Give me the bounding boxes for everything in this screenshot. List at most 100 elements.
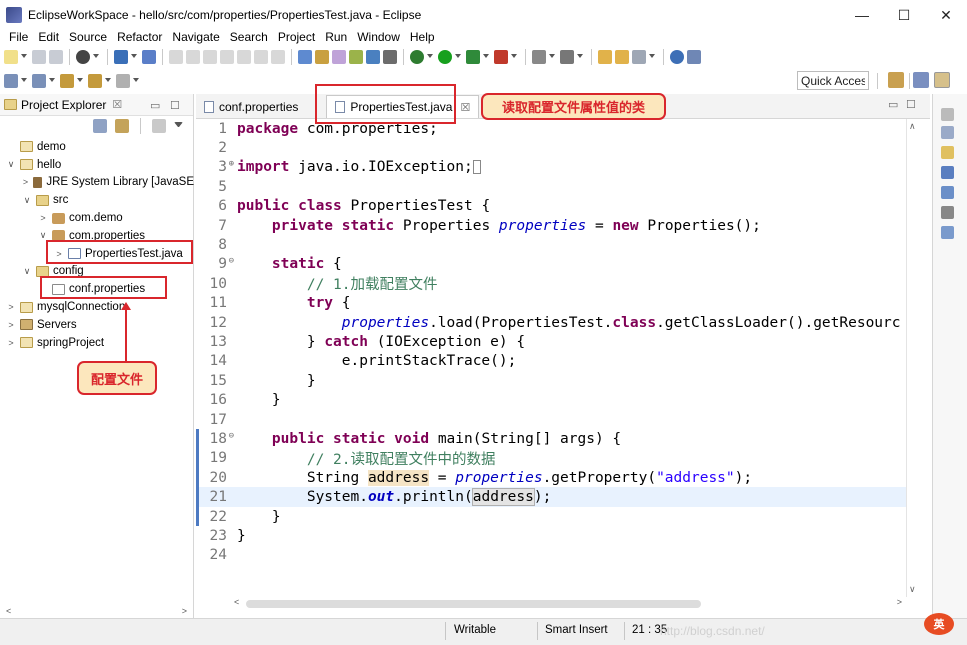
scroll-up-icon[interactable]: ∧ xyxy=(909,121,916,132)
explorer-horizontal-scrollbar[interactable]: < > xyxy=(0,604,193,618)
input-method-badge[interactable]: 英 xyxy=(924,613,954,635)
next-annotation-icon[interactable] xyxy=(4,74,18,88)
scroll-down-icon[interactable]: ∨ xyxy=(909,584,916,595)
whitespace-icon[interactable] xyxy=(366,50,380,64)
menu-window[interactable]: Window xyxy=(352,30,405,44)
open-perspective-icon[interactable] xyxy=(888,72,904,88)
tree-item[interactable]: ∨ src xyxy=(0,191,194,209)
save-icon[interactable] xyxy=(32,50,46,64)
scroll-left-icon[interactable]: < xyxy=(6,606,11,616)
chevron-right-icon[interactable]: > xyxy=(6,320,16,330)
scroll-left-icon[interactable]: < xyxy=(234,597,239,607)
editor-tab[interactable]: conf.properties xyxy=(196,95,306,118)
java-perspective-icon[interactable] xyxy=(934,72,950,88)
junit-icon[interactable] xyxy=(941,166,954,179)
minimize-icon[interactable]: ▭ xyxy=(888,98,898,111)
resume-icon[interactable] xyxy=(169,50,183,64)
chevron-down-icon[interactable] xyxy=(77,78,83,84)
code-line[interactable]: 20 String address = properties.getProper… xyxy=(196,468,906,487)
menu-help[interactable]: Help xyxy=(405,30,440,44)
chevron-down-icon[interactable] xyxy=(105,78,111,84)
chevron-down-icon[interactable] xyxy=(131,54,137,60)
code-line[interactable]: 8 xyxy=(196,235,906,254)
code-line[interactable]: 15 } xyxy=(196,371,906,390)
new-class-icon[interactable] xyxy=(560,50,574,64)
code-line[interactable]: 3 ⊕ import java.io.IOException; xyxy=(196,158,906,177)
chevron-down-icon[interactable] xyxy=(455,54,461,60)
open-task-icon[interactable] xyxy=(615,50,629,64)
toggle-block-icon[interactable] xyxy=(298,50,312,64)
tree-item[interactable]: > mysqlConnection xyxy=(0,298,194,316)
code-line[interactable]: 13 } catch (IOException e) { xyxy=(196,332,906,351)
chevron-right-icon[interactable]: > xyxy=(22,177,29,187)
chevron-down-icon[interactable] xyxy=(511,54,517,60)
terminate-icon[interactable] xyxy=(203,50,217,64)
chevron-down-icon[interactable] xyxy=(427,54,433,60)
code-line[interactable]: 14 e.printStackTrace(); xyxy=(196,352,906,371)
fold-toggle-icon[interactable]: ⊖ xyxy=(229,431,234,441)
chevron-right-icon[interactable]: > xyxy=(38,213,48,223)
skip-breakpoints-icon[interactable] xyxy=(142,50,156,64)
chevron-right-icon[interactable]: > xyxy=(6,338,16,348)
run-icon[interactable] xyxy=(438,50,452,64)
coverage-icon[interactable] xyxy=(466,50,480,64)
minimize-button[interactable]: — xyxy=(841,0,883,30)
chevron-down-icon[interactable] xyxy=(483,54,489,60)
fold-toggle-icon[interactable]: ⊖ xyxy=(229,256,234,266)
code-line[interactable]: 7 private static Properties properties =… xyxy=(196,216,906,235)
highlight-icon[interactable] xyxy=(332,50,346,64)
editor-horizontal-scrollbar[interactable]: < > xyxy=(232,597,906,611)
code-line[interactable]: 18 ⊖ public static void main(String[] arg… xyxy=(196,429,906,448)
outline-icon[interactable] xyxy=(941,126,954,139)
chevron-down-icon[interactable] xyxy=(21,78,27,84)
code-line[interactable]: 24 xyxy=(196,546,906,565)
refactor-icon[interactable] xyxy=(687,50,701,64)
search-icon[interactable] xyxy=(632,50,646,64)
maximize-icon[interactable]: ☐ xyxy=(906,98,916,111)
maximize-button[interactable]: ☐ xyxy=(883,0,925,30)
code-line[interactable]: 23} xyxy=(196,526,906,545)
gear-icon[interactable] xyxy=(76,50,90,64)
new-wizard-icon[interactable] xyxy=(532,50,546,64)
chevron-down-icon[interactable] xyxy=(577,54,583,60)
suspend-icon[interactable] xyxy=(186,50,200,64)
code-line[interactable]: 6 public class PropertiesTest { xyxy=(196,197,906,216)
word-wrap-icon[interactable] xyxy=(349,50,363,64)
previous-annotation-icon[interactable] xyxy=(32,74,46,88)
code-line[interactable]: 12 properties.load(PropertiesTest.class.… xyxy=(196,313,906,332)
chevron-down-icon[interactable] xyxy=(649,54,655,60)
task-list-icon[interactable] xyxy=(941,146,954,159)
chevron-down-icon[interactable] xyxy=(93,54,99,60)
servers-icon[interactable] xyxy=(941,226,954,239)
code-line[interactable]: 5 xyxy=(196,177,906,196)
scroll-right-icon[interactable]: > xyxy=(897,597,902,607)
tree-item[interactable]: > com.demo xyxy=(0,209,194,227)
open-type-icon[interactable] xyxy=(598,50,612,64)
scroll-right-icon[interactable]: > xyxy=(182,606,187,616)
last-edit-location-icon[interactable] xyxy=(60,74,74,88)
close-icon[interactable]: ☒ xyxy=(460,101,470,114)
menu-navigate[interactable]: Navigate xyxy=(167,30,224,44)
menu-refactor[interactable]: Refactor xyxy=(112,30,167,44)
chevron-down-icon[interactable] xyxy=(133,78,139,84)
link-editor-icon[interactable] xyxy=(115,119,129,133)
view-menu-icon[interactable] xyxy=(174,121,183,131)
code-line[interactable]: 22 } xyxy=(196,507,906,526)
new-icon[interactable] xyxy=(4,50,18,64)
java-ee-perspective-icon[interactable] xyxy=(913,72,929,88)
tree-item[interactable]: ∨ hello xyxy=(0,156,194,174)
code-line[interactable]: 17 xyxy=(196,410,906,429)
console-icon[interactable] xyxy=(941,186,954,199)
menu-project[interactable]: Project xyxy=(273,30,320,44)
collapse-all-icon[interactable] xyxy=(93,119,107,133)
close-icon[interactable]: ☒ xyxy=(112,98,122,111)
tree-item[interactable]: > JRE System Library [JavaSE xyxy=(0,174,194,192)
quick-access-input[interactable] xyxy=(797,71,869,90)
restore-icon[interactable] xyxy=(941,108,954,121)
tree-item[interactable]: > springProject xyxy=(0,334,194,352)
close-button[interactable]: ✕ xyxy=(925,0,967,30)
console-icon[interactable] xyxy=(114,50,128,64)
project-explorer-tab[interactable]: Project Explorer ☒ ▭ ☐ xyxy=(0,94,193,116)
code-area[interactable]: 1 package com.properties; 2 3 ⊕ import java.i… xyxy=(196,119,906,597)
code-line[interactable]: 10 // 1.加载配置文件 xyxy=(196,274,906,294)
